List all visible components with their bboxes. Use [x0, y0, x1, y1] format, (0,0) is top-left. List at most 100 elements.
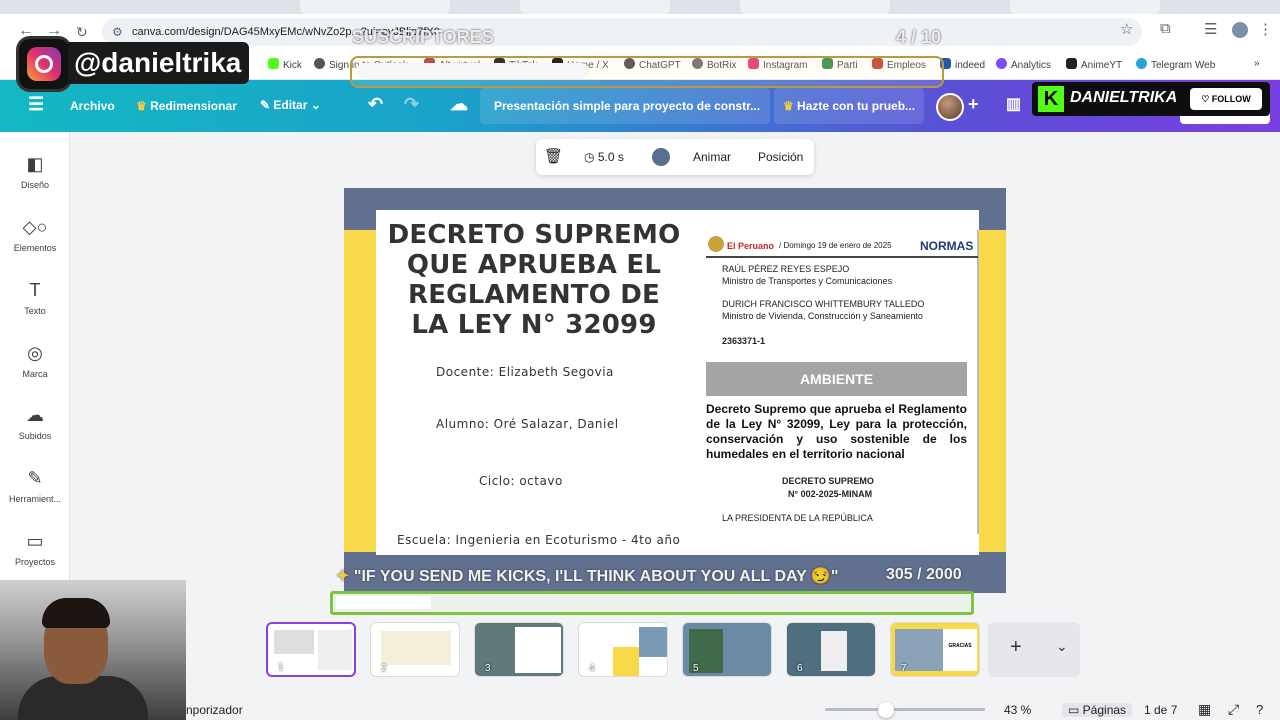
bookmark-telegram[interactable]: Telegram Web	[1136, 58, 1215, 71]
more-menu-icon[interactable]: ⋮	[1258, 20, 1273, 38]
chevron-down-icon[interactable]: ⌄	[1056, 638, 1068, 655]
fullscreen-icon[interactable]: ⤢	[1228, 701, 1239, 718]
subs-goal-fill	[356, 63, 589, 79]
page-thumbnail[interactable]: 6	[786, 622, 876, 677]
edit-button[interactable]: ✎ Editar ⌄	[260, 98, 321, 112]
grid-view-icon[interactable]: ▦	[1198, 701, 1211, 718]
insights-chart-icon[interactable]: ▥	[1006, 94, 1021, 114]
crown-icon: ♛	[782, 99, 798, 113]
sidebar-item-design[interactable]: ◧ Diseño	[0, 152, 70, 190]
sidebar-item-tools[interactable]: ✎ Herramient...	[0, 466, 70, 504]
kicks-goal-message: ✦ "IF YOU SEND ME KICKS, I'LL THINK ABOU…	[336, 568, 839, 585]
sidebar-item-brand[interactable]: ◎ Marca	[0, 341, 70, 379]
position-button[interactable]: Posición	[758, 150, 803, 164]
shapes-icon: ◇○	[22, 217, 48, 237]
newspaper-role-1: Ministro de Transportes y Comunicaciones	[722, 276, 893, 286]
page-number: 3	[485, 663, 491, 674]
help-icon[interactable]: ?	[1256, 702, 1263, 717]
reload-icon[interactable]: ↻	[76, 24, 88, 41]
bookmark-animeyt[interactable]: AnimeYT	[1066, 58, 1122, 71]
bookmark-kick[interactable]: Kick	[268, 58, 302, 71]
browser-tab[interactable]	[520, 0, 670, 14]
newspaper-decree-text: Decreto Supremo que aprueba el Reglament…	[706, 402, 967, 461]
draw-icon: ✎	[27, 468, 43, 488]
media-icon[interactable]: ☰	[1204, 20, 1217, 38]
timer-button[interactable]: nporizador	[186, 703, 243, 717]
sidebar-item-text[interactable]: T Texto	[0, 278, 70, 316]
url-bar[interactable]: ⚙ canva.com/design/DAG45MxyEMc/wNvZo2p..…	[102, 18, 1142, 46]
instagram-handle: @danieltrika	[68, 42, 250, 84]
bookmark-analytics[interactable]: Analytics	[996, 58, 1051, 71]
trial-button[interactable]: ♛ Hazte con tu prueb...	[774, 88, 924, 124]
instagram-logo-icon	[16, 36, 72, 92]
slide-title[interactable]: DECRETO SUPREMO QUE APRUEBA EL REGLAMENT…	[386, 220, 682, 340]
newspaper-name-1: RAÚL PÉREZ REYES ESPEJO	[722, 264, 850, 274]
bookmark-star-icon[interactable]: ☆	[1120, 20, 1133, 38]
file-menu-button[interactable]: Archivo	[70, 99, 115, 113]
sparkle-icon: ✦	[336, 568, 354, 585]
page-thumbnail[interactable]: GRACIAS 7	[890, 622, 980, 677]
document-title[interactable]: Presentación simple para proyecto de con…	[480, 88, 770, 124]
page-thumbnail[interactable]: 2	[370, 622, 460, 677]
sidebar-item-projects[interactable]: ▭ Proyectos	[0, 529, 70, 567]
bookmarks-overflow-icon[interactable]: »	[1254, 58, 1260, 69]
kick-icon	[268, 58, 279, 69]
page-thumbnail[interactable]: 3	[474, 622, 564, 677]
profile-avatar[interactable]	[1232, 22, 1248, 38]
add-page-button[interactable]: + ⌄	[988, 622, 1080, 677]
thumb-title-block	[274, 630, 314, 654]
subs-goal-count: 4 / 10	[896, 27, 942, 47]
animeyt-icon	[1066, 58, 1077, 69]
sidebar-item-uploads[interactable]: ☁ Subidos	[0, 403, 70, 441]
thumb-gracias-label: GRACIAS	[943, 629, 977, 671]
hamburger-menu-icon[interactable]: ☰	[28, 94, 44, 115]
browser-tab[interactable]	[740, 0, 890, 14]
resize-button[interactable]: ♛ Redimensionar	[136, 99, 237, 113]
sidebar-item-elements[interactable]: ◇○ Elementos	[0, 215, 70, 253]
page-number: 5	[693, 663, 699, 674]
undo-icon[interactable]: ↶	[368, 94, 383, 115]
slide-student[interactable]: Alumno: Oré Salazar, Daniel	[436, 417, 619, 431]
pages-button[interactable]: ▭ Páginas	[1062, 703, 1133, 717]
plus-icon: +	[1010, 636, 1022, 658]
page-number: 7	[901, 663, 907, 674]
page-thumbnail[interactable]: 1	[266, 622, 356, 677]
newspaper-ds: DECRETO SUPREMO	[782, 476, 874, 486]
duration-button[interactable]: ◷ 5.0 s	[584, 150, 624, 164]
animate-button[interactable]: Animar	[693, 150, 731, 164]
newspaper-ambiente-band: AMBIENTE	[706, 362, 967, 396]
browser-tab[interactable]	[300, 0, 450, 14]
zoom-level[interactable]: 43 %	[1004, 703, 1031, 717]
page-thumbnail[interactable]: 5	[682, 622, 772, 677]
newspaper-section: NORMAS	[920, 239, 974, 253]
extensions-icon[interactable]: ⧉	[1160, 20, 1171, 37]
crown-icon: ♛	[136, 99, 151, 113]
add-collaborator-icon[interactable]: +	[968, 94, 979, 115]
cloud-save-icon[interactable]: ☁	[450, 94, 468, 115]
zoom-slider-handle[interactable]	[878, 702, 894, 718]
browser-tab[interactable]	[1010, 0, 1160, 14]
slide-accent-left	[344, 230, 376, 552]
trash-icon[interactable]: 🗑	[544, 147, 563, 165]
globe-icon	[314, 58, 325, 69]
kick-channel-name: DANIELTRIKA	[1070, 89, 1178, 106]
upload-cloud-icon: ☁	[26, 405, 44, 425]
slide-cycle[interactable]: Ciclo: octavo	[479, 474, 563, 488]
slide-teacher[interactable]: Docente: Elizabeth Segovia	[436, 365, 614, 379]
bookmark-indeed[interactable]: indeed	[940, 58, 985, 71]
newspaper-role-2: Ministro de Vivienda, Construcción y San…	[722, 311, 923, 321]
instagram-glyph	[27, 47, 61, 81]
thumb-content-block	[515, 627, 561, 673]
color-swatch[interactable]	[652, 148, 670, 166]
layout-icon: ◧	[26, 154, 44, 174]
text-icon: T	[29, 280, 41, 300]
user-avatar[interactable]	[936, 93, 964, 121]
page-thumbnail[interactable]: 4	[578, 622, 668, 677]
pages-icon: ▭	[1068, 703, 1083, 717]
newspaper-president: LA PRESIDENTA DE LA REPÚBLICA	[722, 513, 873, 523]
newspaper-brand: El Peruano	[727, 241, 775, 251]
zoom-slider[interactable]	[825, 708, 985, 711]
slide-school[interactable]: Escuela: Ingenieria en Ecoturismo - 4to …	[397, 533, 680, 547]
redo-icon[interactable]: ↷	[404, 94, 419, 115]
page-indicator: 1 de 7	[1144, 703, 1178, 717]
